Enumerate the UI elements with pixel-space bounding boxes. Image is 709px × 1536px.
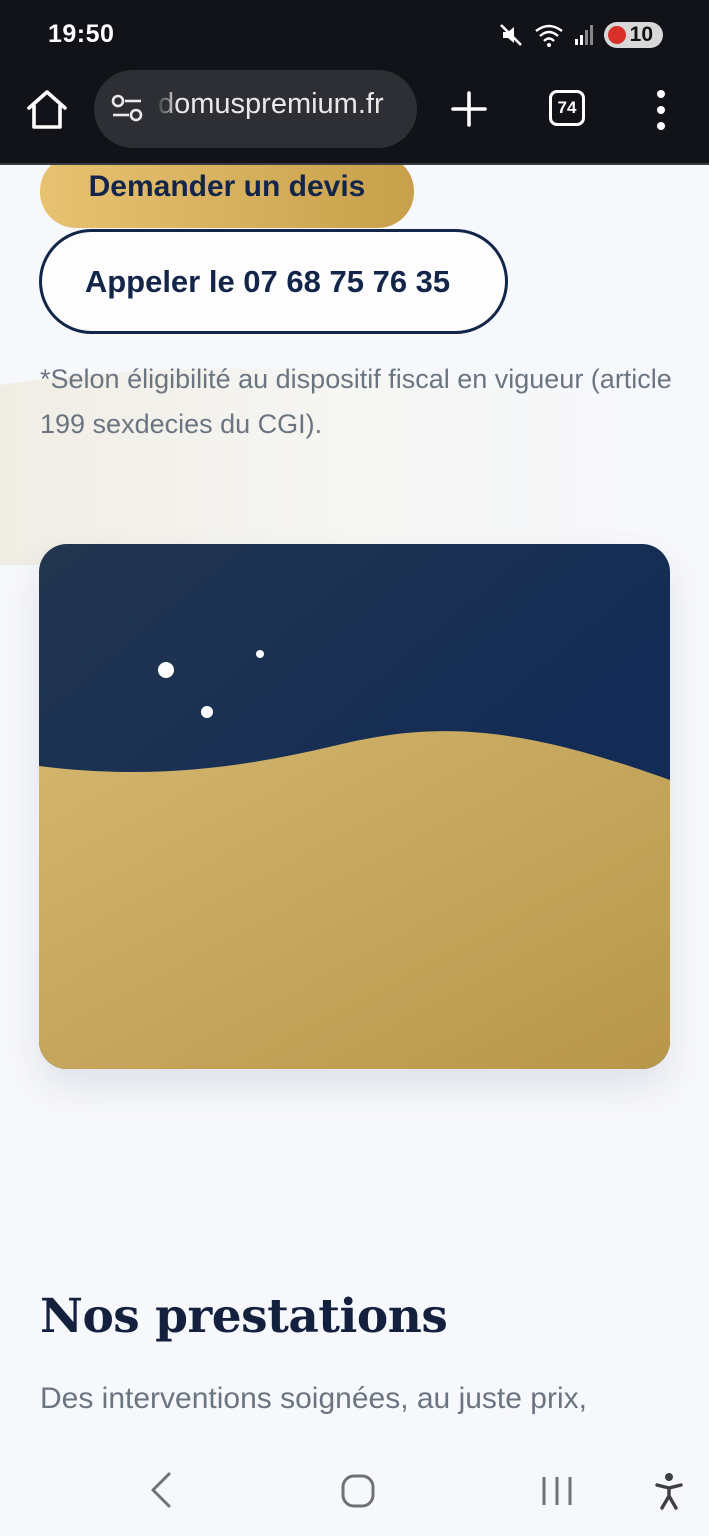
- star: [201, 706, 213, 718]
- address-bar[interactable]: domuspremium.fr: [94, 70, 417, 148]
- system-nav-bar: [0, 1420, 709, 1536]
- mute-icon: [499, 24, 522, 46]
- tab-switcher-button[interactable]: 74: [549, 90, 585, 126]
- status-bar: 19:50 10: [0, 0, 709, 70]
- browser-toolbar: domuspremium.fr 74: [0, 70, 709, 165]
- request-quote-button[interactable]: Demander un devis: [40, 165, 414, 228]
- status-icons: 10: [498, 20, 663, 50]
- call-button[interactable]: Appeler le 07 68 75 76 35: [39, 229, 508, 334]
- hero-illustration-art: [39, 544, 670, 1069]
- site-settings-icon[interactable]: [110, 92, 144, 124]
- hero-illustration: [39, 544, 670, 1069]
- battery-level: 10: [629, 23, 653, 46]
- services-title: Nos prestations: [40, 1289, 448, 1344]
- new-tab-icon[interactable]: [450, 90, 488, 128]
- back-icon[interactable]: [147, 1470, 173, 1510]
- more-options-icon[interactable]: [650, 88, 672, 132]
- star: [158, 662, 174, 678]
- signal-icon: [574, 25, 593, 45]
- status-time: 19:50: [48, 20, 115, 48]
- battery-icon: [607, 26, 626, 44]
- services-subtitle: Des interventions soignées, au juste pri…: [40, 1382, 587, 1415]
- page-content: Demander un devis Appeler le 07 68 75 76…: [0, 165, 709, 1420]
- url-fade: [156, 80, 178, 136]
- url-text[interactable]: domuspremium.fr: [158, 88, 408, 121]
- home-icon[interactable]: [24, 88, 70, 132]
- star: [256, 650, 264, 658]
- eligibility-footnote: *Selon éligibilité au dispositif fiscal …: [40, 364, 672, 439]
- home-button-icon[interactable]: [340, 1473, 376, 1509]
- wifi-icon: [534, 24, 563, 47]
- recents-icon[interactable]: [540, 1475, 574, 1507]
- accessibility-icon[interactable]: [654, 1472, 684, 1510]
- battery-indicator: 10: [603, 22, 663, 48]
